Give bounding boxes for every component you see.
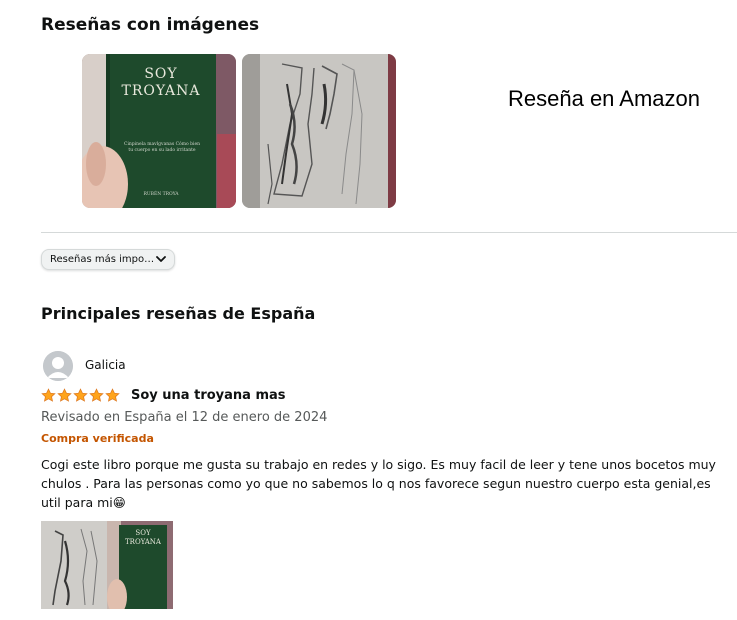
book-author: RUBÉN TROYA [143, 192, 179, 197]
star-icon [105, 388, 120, 402]
verified-purchase-badge: Compra verificada [41, 432, 154, 445]
sort-dropdown-label: Reseñas más impo… [50, 254, 155, 265]
star-icon [89, 388, 104, 402]
sketch-thumbnail-image [41, 521, 107, 609]
fashion-sketch-photo [242, 54, 396, 208]
amazon-review-caption: Reseña en Amazon [508, 86, 701, 111]
star-icon [73, 388, 88, 402]
thumb-book-title-line2: TROYANA [125, 538, 161, 546]
review-body: Cogi este libro porque me gusta su traba… [41, 457, 716, 510]
star-icon [41, 388, 56, 402]
thumb-book-title-line1: SOY [135, 529, 151, 537]
review-thumbnail-sketch[interactable] [41, 521, 107, 609]
section-title-images: Reseñas con imágenes [41, 15, 260, 35]
section-title-top-reviews: Principales reseñas de España [41, 304, 316, 323]
book-subtitle: Cinpinela mavlgvanas Cómo bien tu cuerpo… [124, 142, 201, 153]
user-avatar-icon [43, 351, 73, 381]
review-thumbnail-book[interactable]: SOY TROYANA [107, 521, 173, 609]
sort-dropdown[interactable]: Reseñas más impo… [41, 249, 175, 270]
star-rating[interactable] [41, 388, 120, 404]
avatar[interactable] [43, 351, 73, 381]
star-icon [57, 388, 72, 402]
review-title[interactable]: Soy una troyana mas [131, 388, 286, 403]
chevron-down-icon [156, 256, 166, 262]
review-image-sketch[interactable] [242, 54, 396, 208]
review-date: Revisado en España el 12 de enero de 202… [41, 410, 328, 425]
review-author-name[interactable]: Galicia [85, 358, 126, 372]
section-divider [41, 232, 737, 233]
book-title-line1: SOY [144, 66, 178, 82]
book-title-line2: TROYANA [121, 83, 201, 99]
review-image-book-cover[interactable]: SOY TROYANA Cinpinela mavlgvanas Cómo bi… [82, 54, 236, 208]
